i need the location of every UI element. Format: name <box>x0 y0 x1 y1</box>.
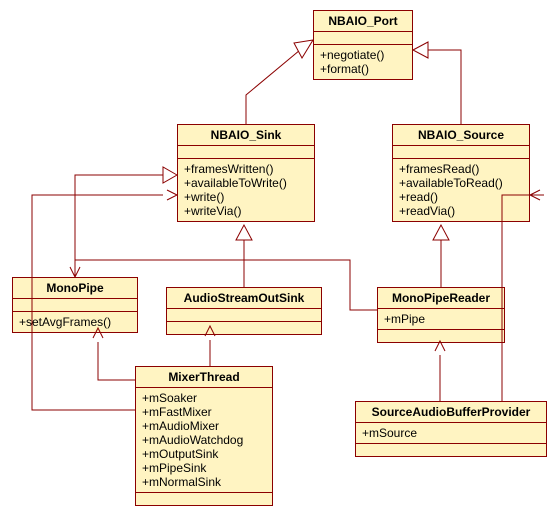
attrs <box>167 309 321 322</box>
attrs <box>314 32 412 45</box>
methods: +negotiate() +format() <box>314 45 412 79</box>
attrs <box>13 299 137 312</box>
attrs <box>393 146 529 159</box>
class-title: SourceAudioBufferProvider <box>356 402 546 423</box>
attrs: +mSoaker +mFastMixer +mAudioMixer +mAudi… <box>136 388 272 493</box>
methods <box>136 493 272 505</box>
class-title: MixerThread <box>136 367 272 388</box>
attrs <box>178 146 314 159</box>
class-source-audio-buffer-provider: SourceAudioBufferProvider +mSource <box>355 401 547 457</box>
class-mono-pipe: MonoPipe +setAvgFrames() <box>12 277 138 333</box>
class-nbaio-sink: NBAIO_Sink +framesWritten() +availableTo… <box>177 124 315 222</box>
class-mixer-thread: MixerThread +mSoaker +mFastMixer +mAudio… <box>135 366 273 506</box>
attrs: +mPipe <box>378 309 504 330</box>
methods <box>378 330 504 342</box>
methods <box>167 322 321 334</box>
class-title: NBAIO_Source <box>393 125 529 146</box>
methods: +framesRead() +availableToRead() +read()… <box>393 159 529 221</box>
methods <box>356 444 546 456</box>
class-audio-stream-out-sink: AudioStreamOutSink <box>166 287 322 335</box>
class-mono-pipe-reader: MonoPipeReader +mPipe <box>377 287 505 343</box>
class-title: NBAIO_Port <box>314 11 412 32</box>
methods: +setAvgFrames() <box>13 312 137 332</box>
class-title: NBAIO_Sink <box>178 125 314 146</box>
class-nbaio-source: NBAIO_Source +framesRead() +availableToR… <box>392 124 530 222</box>
class-title: MonoPipe <box>13 278 137 299</box>
methods: +framesWritten() +availableToWrite() +wr… <box>178 159 314 221</box>
class-title: MonoPipeReader <box>378 288 504 309</box>
class-title: AudioStreamOutSink <box>167 288 321 309</box>
attrs: +mSource <box>356 423 546 444</box>
class-nbaio-port: NBAIO_Port +negotiate() +format() <box>313 10 413 80</box>
